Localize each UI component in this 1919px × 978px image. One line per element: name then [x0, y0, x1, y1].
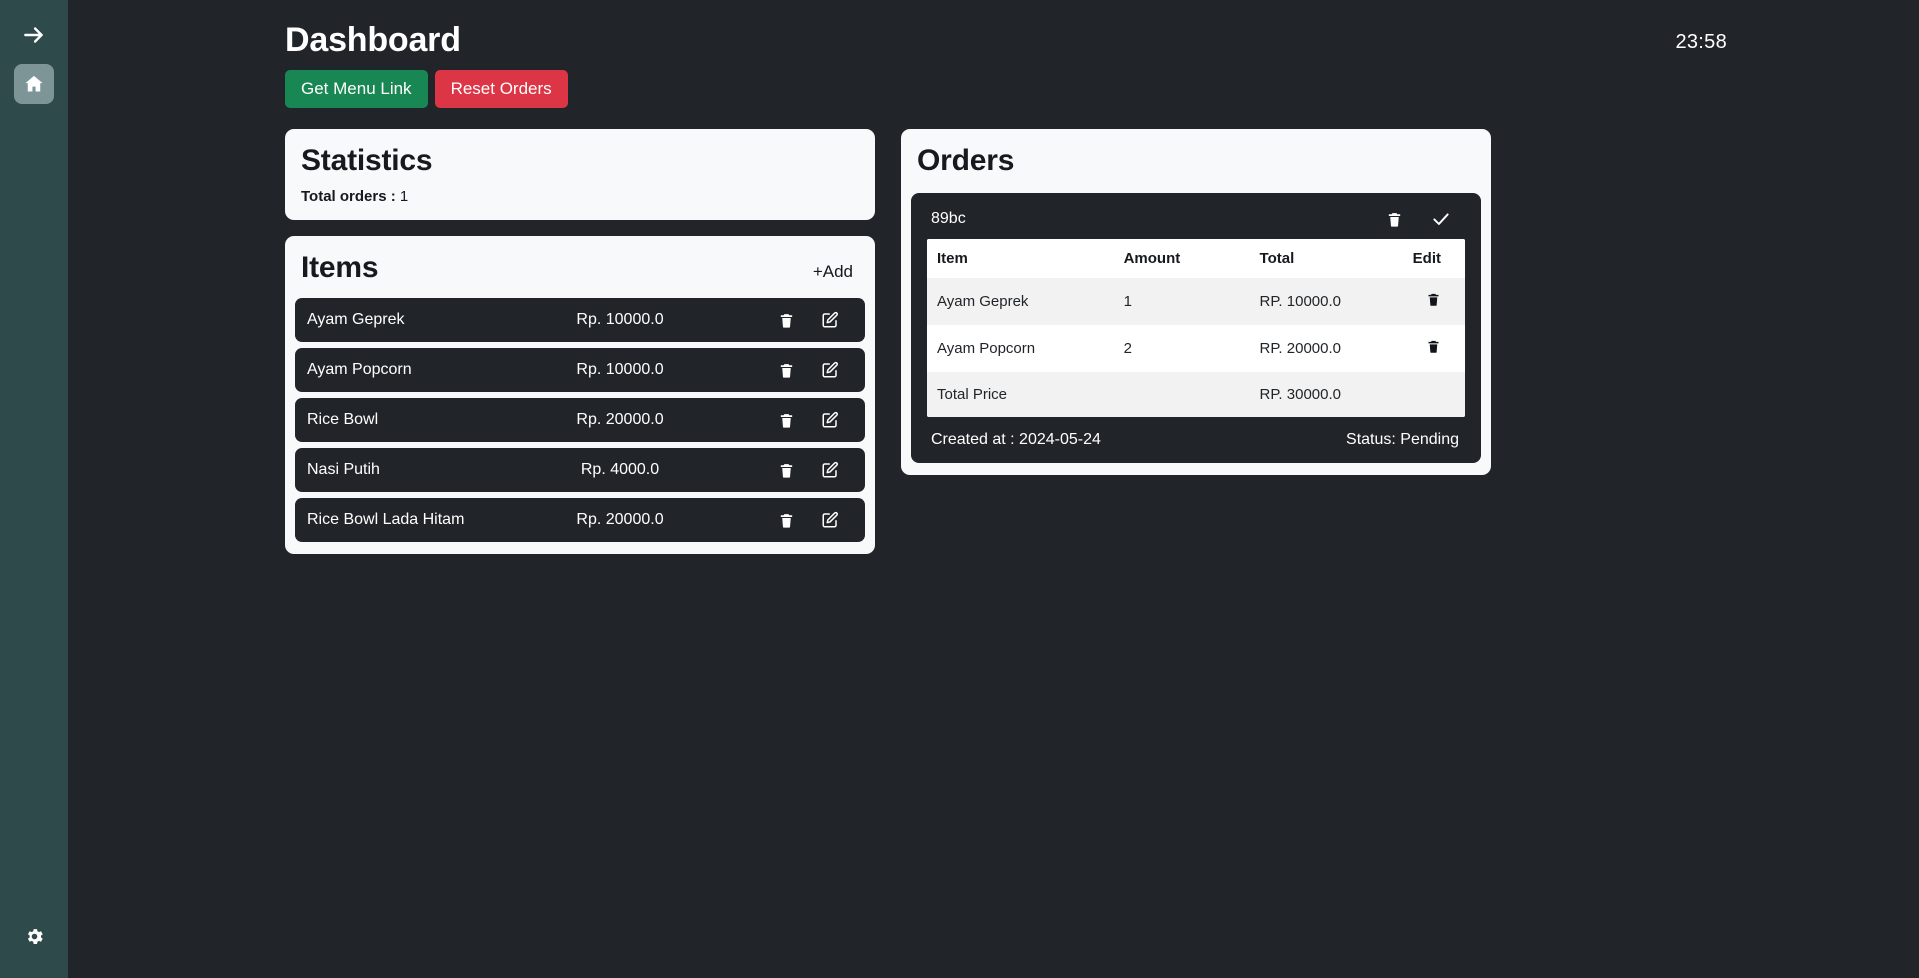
order-item-amount: 1 [1115, 278, 1252, 325]
delete-item-button[interactable] [778, 462, 795, 479]
page-title: Dashboard [285, 21, 461, 59]
item-price: Rp. 20000.0 [576, 511, 664, 528]
table-row-total: Total Price RP. 30000.0 [927, 372, 1465, 417]
clock-display: 23:58 [1675, 31, 1727, 53]
order-header-actions [1386, 209, 1457, 229]
item-actions [778, 361, 853, 379]
order-entry: 89bc Item Amount Total Edit Ayam Geprek … [911, 193, 1481, 463]
item-price: Rp. 10000.0 [576, 311, 664, 328]
home-icon [23, 73, 45, 95]
item-name: Rice Bowl Lada Hitam [307, 511, 465, 528]
status-badge: Status: Pending [1346, 431, 1459, 448]
table-row[interactable]: Nasi Putih Rp. 4000.0 [295, 448, 865, 492]
item-name: Ayam Geprek [307, 311, 405, 328]
edit-item-button[interactable] [821, 461, 839, 479]
order-table-head: Item Amount Total Edit [927, 239, 1465, 278]
order-footer: Created at : 2024-05-24 Status: Pending [927, 417, 1465, 453]
orders-card: Orders 89bc Item Amount Total Edit Ayam … [901, 129, 1491, 475]
item-name: Ayam Popcorn [307, 361, 412, 378]
column-header-amount: Amount [1115, 239, 1252, 278]
left-column: Statistics Total orders : 1 Items +Add A… [285, 129, 875, 554]
order-item-amount: 2 [1115, 325, 1252, 372]
order-created-at: Created at : 2024-05-24 [931, 431, 1101, 448]
order-item-total: RP. 20000.0 [1251, 325, 1405, 372]
item-name: Rice Bowl [307, 411, 379, 428]
edit-item-button[interactable] [821, 311, 839, 329]
right-column: Orders 89bc Item Amount Total Edit Ayam … [901, 129, 1491, 475]
total-orders-line: Total orders : 1 [295, 188, 865, 208]
confirm-order-button[interactable] [1431, 209, 1451, 229]
arrow-right-icon [21, 22, 47, 48]
column-header-edit: Edit [1404, 239, 1465, 278]
sidebar-item-settings[interactable] [14, 916, 54, 956]
dashboard-columns: Statistics Total orders : 1 Items +Add A… [285, 129, 1887, 554]
item-price: Rp. 4000.0 [580, 461, 660, 478]
total-price-spacer [1404, 372, 1465, 417]
delete-order-item-button[interactable] [1426, 292, 1441, 307]
order-item-total: RP. 10000.0 [1251, 278, 1405, 325]
gear-icon [24, 926, 45, 947]
table-row: Ayam Geprek 1 RP. 10000.0 [927, 278, 1465, 325]
table-row[interactable]: Rice Bowl Rp. 20000.0 [295, 398, 865, 442]
add-item-link[interactable]: +Add [813, 262, 853, 282]
items-card-header: Items +Add [295, 250, 865, 286]
statistics-title: Statistics [301, 144, 433, 177]
table-row[interactable]: Ayam Geprek Rp. 10000.0 [295, 298, 865, 342]
delete-order-button[interactable] [1386, 211, 1403, 228]
total-price-label: Total Price [927, 372, 1116, 417]
order-item-name: Ayam Geprek [927, 278, 1116, 325]
delete-item-button[interactable] [778, 312, 795, 329]
item-price: Rp. 20000.0 [576, 411, 664, 428]
order-item-actions [1404, 325, 1465, 372]
table-row[interactable]: Rice Bowl Lada Hitam Rp. 20000.0 [295, 498, 865, 542]
column-header-item: Item [927, 239, 1116, 278]
total-price-value: RP. 30000.0 [1251, 372, 1405, 417]
items-list: Ayam Geprek Rp. 10000.0 Ayam Popcorn Rp.… [295, 298, 865, 542]
total-orders-value: 1 [399, 188, 409, 205]
order-items-table: Item Amount Total Edit Ayam Geprek 1 RP.… [927, 239, 1465, 417]
items-card: Items +Add Ayam Geprek Rp. 10000.0 Ayam … [285, 236, 875, 554]
delete-item-button[interactable] [778, 512, 795, 529]
item-price: Rp. 10000.0 [576, 361, 664, 378]
app-root: Dashboard 23:58 Get Menu Link Reset Orde… [0, 0, 1919, 978]
edit-item-button[interactable] [821, 511, 839, 529]
delete-item-button[interactable] [778, 412, 795, 429]
delete-order-item-button[interactable] [1426, 339, 1441, 354]
sidebar-item-home[interactable] [14, 64, 54, 104]
order-header: 89bc [927, 205, 1465, 239]
order-item-actions [1404, 278, 1465, 325]
delete-item-button[interactable] [778, 362, 795, 379]
order-item-name: Ayam Popcorn [927, 325, 1116, 372]
item-actions [778, 511, 853, 529]
top-bar: Dashboard 23:58 [100, 18, 1887, 62]
reset-orders-button[interactable]: Reset Orders [434, 70, 568, 108]
total-price-amount [1115, 372, 1252, 417]
item-actions [778, 461, 853, 479]
sidebar-toggle-button[interactable] [12, 14, 56, 56]
items-title: Items [301, 251, 379, 284]
edit-item-button[interactable] [821, 411, 839, 429]
column-header-total: Total [1251, 239, 1405, 278]
order-id: 89bc [931, 210, 966, 227]
orders-title: Orders [917, 144, 1015, 177]
table-row: Ayam Popcorn 2 RP. 20000.0 [927, 325, 1465, 372]
get-menu-link-button[interactable]: Get Menu Link [285, 70, 428, 108]
order-table-header-row: Item Amount Total Edit [927, 239, 1465, 278]
action-button-row: Get Menu Link Reset Orders [285, 70, 1887, 108]
main-content: Dashboard 23:58 Get Menu Link Reset Orde… [68, 0, 1919, 978]
item-name: Nasi Putih [307, 461, 380, 478]
edit-item-button[interactable] [821, 361, 839, 379]
table-row[interactable]: Ayam Popcorn Rp. 10000.0 [295, 348, 865, 392]
order-table-body: Ayam Geprek 1 RP. 10000.0 Ayam Popcorn 2… [927, 278, 1465, 417]
total-orders-label: Total orders : [301, 188, 396, 205]
item-actions [778, 311, 853, 329]
statistics-card: Statistics Total orders : 1 [285, 129, 875, 220]
item-actions [778, 411, 853, 429]
sidebar [0, 0, 68, 978]
